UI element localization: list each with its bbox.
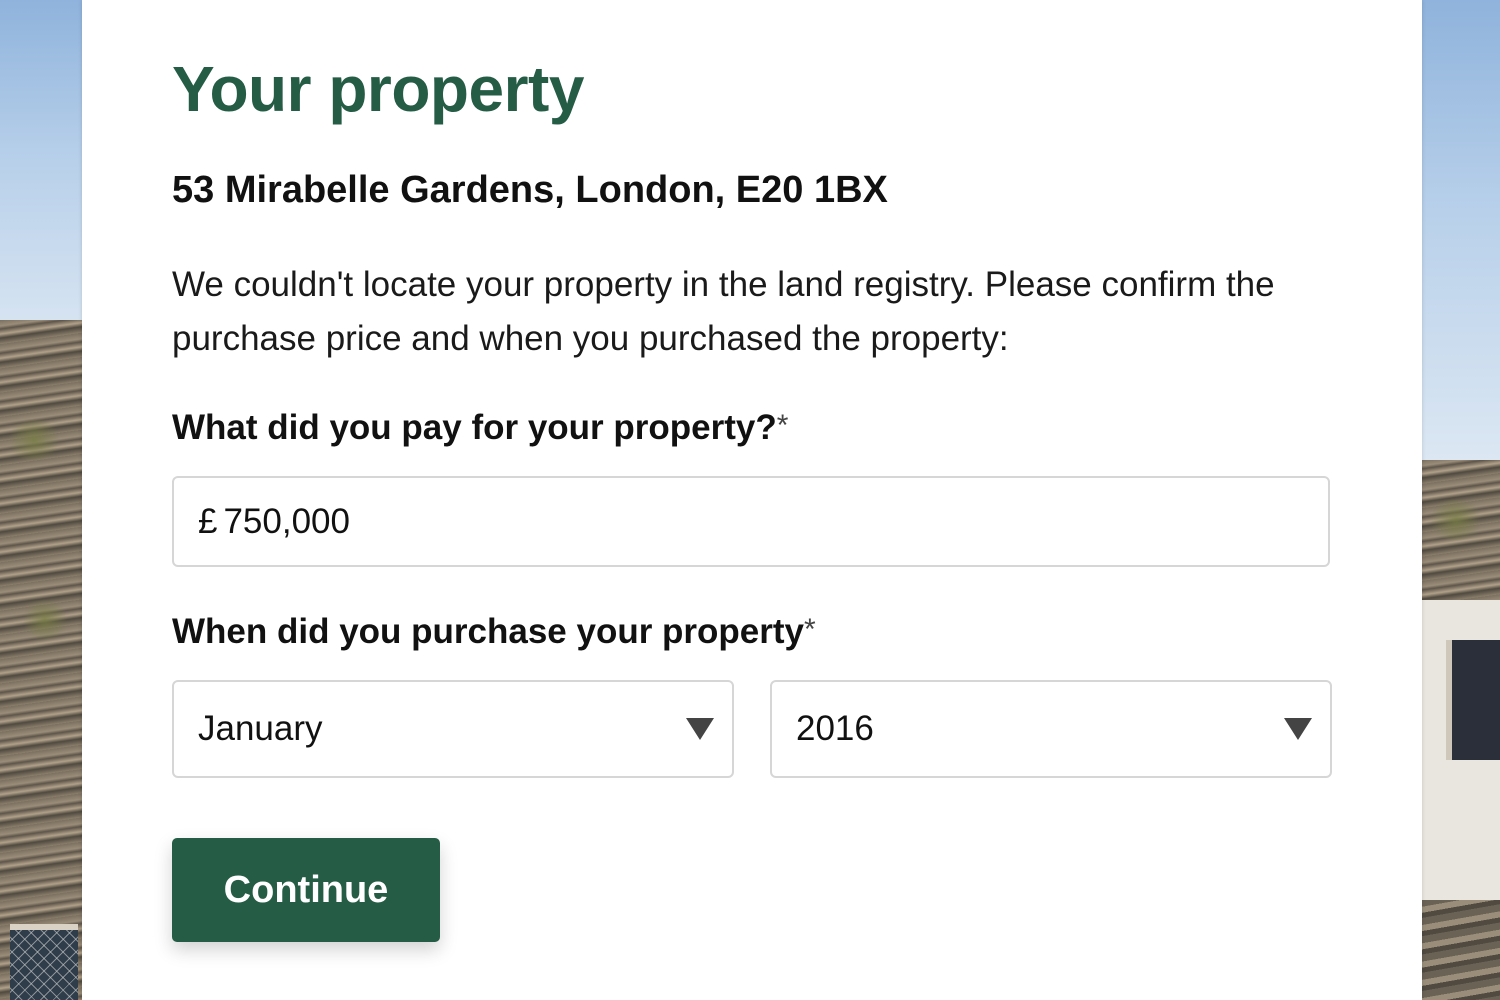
background-house-left <box>0 0 82 1000</box>
purchase-month-select[interactable]: January <box>172 680 734 778</box>
required-marker: * <box>776 409 789 442</box>
window-decoration <box>10 924 78 1000</box>
page: Your property 53 Mirabelle Gardens, Lond… <box>0 0 1500 1000</box>
property-address: 53 Mirabelle Gardens, London, E20 1BX <box>172 169 888 211</box>
currency-symbol: £ <box>198 501 218 541</box>
purchase-year-select[interactable]: 2016 <box>770 680 1332 778</box>
chevron-down-icon <box>1284 718 1312 740</box>
intro-text: We couldn't locate your property in the … <box>172 265 1275 358</box>
continue-button[interactable]: Continue <box>172 838 440 942</box>
purchase-year-value: 2016 <box>796 709 874 748</box>
background-house-right <box>1420 0 1500 1000</box>
chevron-down-icon <box>686 718 714 740</box>
purchase-month-value: January <box>198 709 323 748</box>
required-marker: * <box>804 613 816 646</box>
page-title: Your property <box>172 53 584 125</box>
purchase-price-value: 750,000 <box>223 501 350 541</box>
purchase-price-label: What did you pay for your property?* <box>172 408 789 447</box>
purchase-price-input[interactable]: £ 750,000 <box>172 476 1330 567</box>
purchase-date-label: When did you purchase your property* <box>172 612 816 651</box>
property-form-card: Your property 53 Mirabelle Gardens, Lond… <box>82 0 1422 1000</box>
